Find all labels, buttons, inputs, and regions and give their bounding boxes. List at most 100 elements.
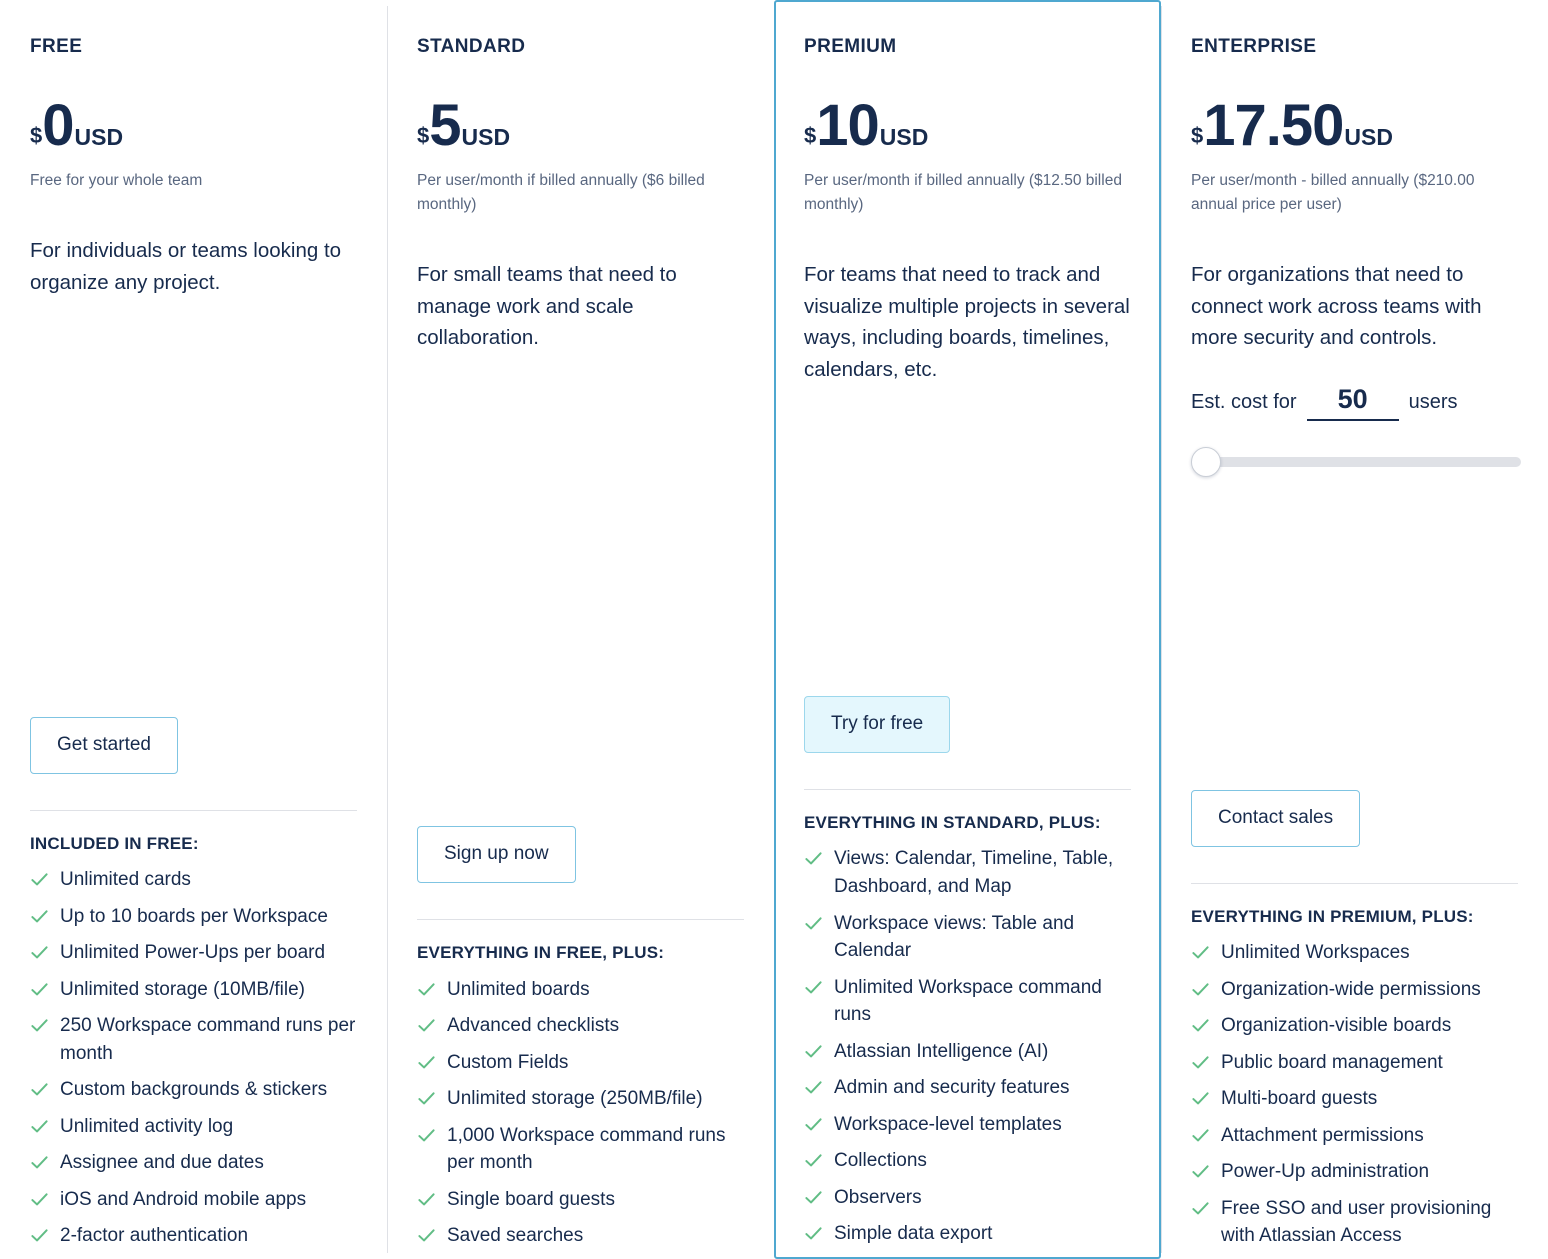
- plan-card-free: FREE $0 USD Free for your whole team For ind…: [0, 0, 387, 1259]
- cta-button-enterprise[interactable]: Contact sales: [1191, 789, 1361, 847]
- check-icon: [30, 1117, 49, 1136]
- plan-price: $17.50 USD: [1191, 96, 1518, 155]
- cta-slot: Contact sales: [1191, 789, 1518, 847]
- feature-item: Unlimited cards: [30, 866, 357, 894]
- price-note: Per user/month if billed annually ($12.5…: [804, 171, 1122, 213]
- feature-item: Custom Fields: [417, 1049, 744, 1077]
- feature-item: Unlimited Workspaces: [1191, 939, 1518, 967]
- slider-thumb[interactable]: [1191, 447, 1221, 478]
- price-currency-symbol: $: [30, 122, 43, 148]
- feature-label: Custom backgrounds & stickers: [60, 1079, 328, 1101]
- price-currency-symbol: $: [804, 122, 817, 148]
- check-icon: [417, 1190, 436, 1209]
- price-currency-code: USD: [879, 123, 929, 150]
- feature-item: Collections: [804, 1147, 1131, 1175]
- plan-name: STANDARD: [417, 36, 526, 57]
- feature-label: Unlimited activity log: [60, 1115, 234, 1137]
- check-icon: [417, 1226, 436, 1245]
- check-icon: [30, 1226, 49, 1245]
- cta-button-free[interactable]: Get started: [30, 716, 178, 774]
- feature-item: Single board guests: [417, 1186, 744, 1214]
- feature-item: Unlimited activity log: [30, 1113, 357, 1141]
- features-section: EVERYTHING IN PREMIUM, PLUS: Unlimited Wo…: [1191, 884, 1518, 1259]
- check-icon: [30, 1080, 49, 1099]
- feature-label: Attachment permissions: [1221, 1124, 1424, 1146]
- feature-item: iOS and Android mobile apps: [30, 1186, 357, 1214]
- feature-item: 1,000 Workspace command runs per month: [417, 1122, 744, 1177]
- plan-description: For teams that need to track and visuali…: [804, 262, 1130, 382]
- feature-label: Unlimited storage (10MB/file): [60, 978, 305, 1000]
- feature-label: 250 Workspace command runs per month: [60, 1015, 356, 1064]
- feature-item: Unlimited storage (10MB/file): [30, 976, 357, 1004]
- feature-label: Unlimited Workspace command runs: [834, 976, 1102, 1026]
- features-section: EVERYTHING IN STANDARD, PLUS: Views: Cale…: [804, 790, 1131, 1257]
- feature-item: Up to 10 boards per Workspace: [30, 903, 357, 931]
- plan-price: $0 USD: [30, 92, 357, 158]
- feature-item: Saved searches: [417, 1222, 744, 1250]
- features-title: EVERYTHING IN PREMIUM, PLUS:: [1191, 906, 1474, 926]
- cta-button-standard[interactable]: Sign up now: [417, 826, 576, 884]
- pricing-plans-grid: FREE $0 USD Free for your whole team For ind…: [0, 0, 1548, 1259]
- feature-item: Views: Calendar, Timeline, Table, Dashbo…: [804, 845, 1131, 900]
- price-currency-code: USD: [74, 123, 124, 150]
- slider-track[interactable]: [1197, 457, 1521, 468]
- check-icon: [417, 1016, 436, 1035]
- features-title: EVERYTHING IN STANDARD, PLUS:: [804, 813, 1101, 833]
- feature-item: Unlimited storage (250MB/file): [417, 1085, 744, 1113]
- feature-label: Single board guests: [447, 1188, 615, 1210]
- plan-price: $5 USD: [417, 96, 744, 155]
- feature-item: Assignee and due dates: [30, 1149, 357, 1177]
- check-icon: [1191, 1162, 1210, 1181]
- feature-label: Organization-visible boards: [1221, 1015, 1452, 1037]
- check-icon: [417, 1089, 436, 1108]
- feature-label: Unlimited Workspaces: [1221, 942, 1410, 964]
- check-icon: [1191, 1199, 1210, 1218]
- cta-slot: Get started: [30, 716, 357, 774]
- feature-item: Organization-visible boards: [1191, 1012, 1518, 1040]
- price-currency-code: USD: [1344, 123, 1393, 150]
- feature-label: Unlimited storage (250MB/file): [447, 1088, 703, 1110]
- feature-label: Custom Fields: [447, 1051, 569, 1073]
- cost-estimator: Est. cost for users: [1191, 384, 1521, 478]
- plan-name: PREMIUM: [804, 36, 897, 57]
- plan-card-enterprise: ENTERPRISE $17.50 USD Per user/month - bill…: [1161, 0, 1548, 1259]
- plan-card-standard: STANDARD $5 USD Per user/month if billed an…: [387, 0, 774, 1259]
- estimator-label-after: users: [1408, 391, 1458, 414]
- plan-description: For organizations that need to connect w…: [1191, 262, 1482, 350]
- check-icon: [1191, 980, 1210, 999]
- feature-list: Unlimited boards Advanced checklists Custo…: [417, 976, 744, 1250]
- check-icon: [804, 978, 823, 997]
- feature-item: Simple data export: [804, 1220, 1131, 1248]
- feature-item: Organization-wide permissions: [1191, 976, 1518, 1004]
- check-icon: [30, 980, 49, 999]
- price-note: Per user/month - billed annually ($210.0…: [1191, 171, 1475, 213]
- feature-label: Saved searches: [447, 1225, 584, 1247]
- price-currency-symbol: $: [417, 122, 430, 148]
- cta-button-premium[interactable]: Try for free: [804, 696, 951, 754]
- check-icon: [1191, 1126, 1210, 1145]
- estimator-row: Est. cost for users: [1191, 384, 1518, 422]
- features-title: INCLUDED IN FREE:: [30, 833, 199, 853]
- feature-item: Workspace views: Table and Calendar: [804, 910, 1131, 965]
- check-icon: [417, 1053, 436, 1072]
- feature-item: Unlimited Power-Ups per board: [30, 939, 357, 967]
- feature-label: 1,000 Workspace command runs per month: [447, 1124, 726, 1174]
- feature-item: Custom backgrounds & stickers: [30, 1076, 357, 1104]
- feature-item: Observers: [804, 1184, 1131, 1212]
- feature-label: Simple data export: [834, 1223, 993, 1245]
- estimator-users-input[interactable]: [1306, 384, 1399, 422]
- price-amount: 0: [42, 92, 74, 158]
- price-note: Free for your whole team: [30, 171, 203, 189]
- feature-item: 2-factor authentication: [30, 1222, 357, 1250]
- price-note: Per user/month if billed annually ($6 bi…: [417, 171, 705, 213]
- feature-label: Views: Calendar, Timeline, Table, Dashbo…: [834, 848, 1114, 897]
- features-section: INCLUDED IN FREE: Unlimited cards Up to 10…: [30, 811, 357, 1259]
- check-icon: [804, 1078, 823, 1097]
- feature-label: Advanced checklists: [447, 1015, 620, 1037]
- check-icon: [1191, 943, 1210, 962]
- estimator-slider[interactable]: [1191, 447, 1521, 478]
- feature-list: Unlimited Workspaces Organization-wide pe…: [1191, 939, 1518, 1250]
- plan-name: FREE: [30, 36, 83, 57]
- plan-card-premium: PREMIUM $10 USD Per user/month if billed an…: [774, 0, 1161, 1259]
- feature-label: Collections: [834, 1150, 927, 1172]
